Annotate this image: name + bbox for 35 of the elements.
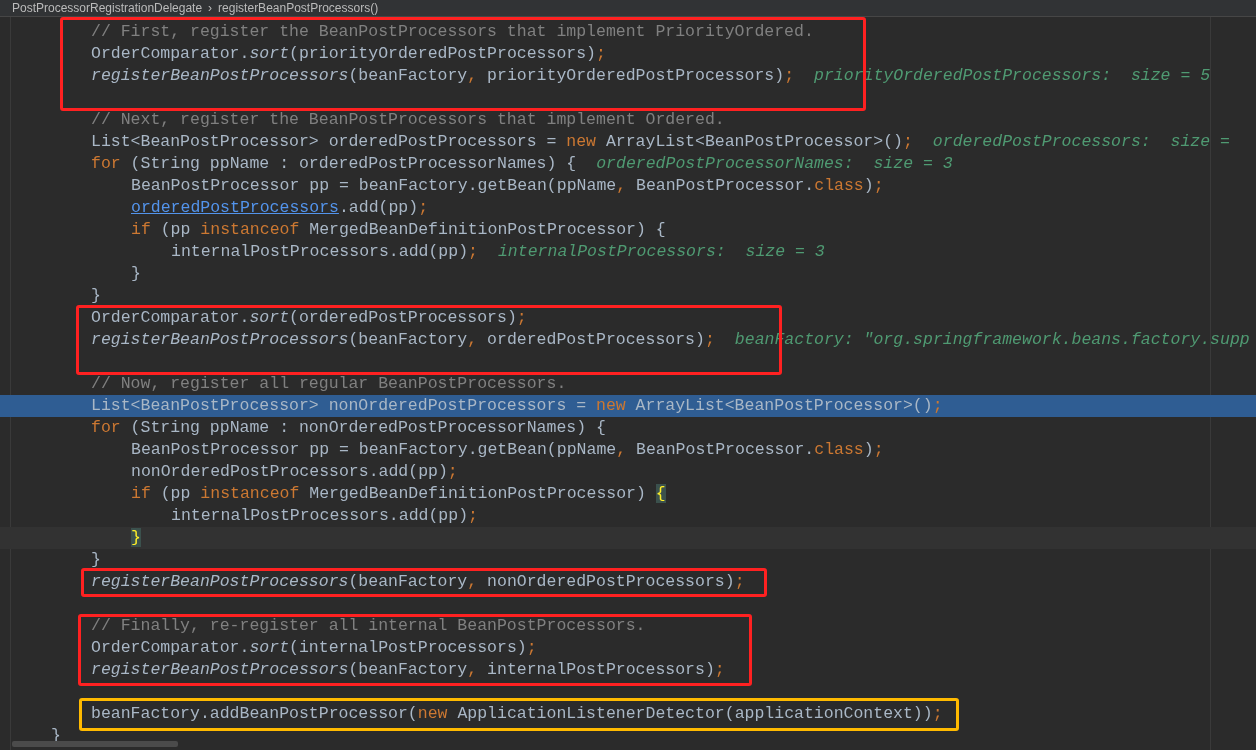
breadcrumb-separator: › [208,1,213,15]
code-line: // First, register the BeanPostProcessors that implement PriorityOrdered. [91,21,814,43]
code-line: internalPostProcessors.add(pp); [171,241,478,263]
code-line: // Now, register all regular BeanPostProcessors. [91,373,567,395]
code-line: OrderComparator.sort(priorityOrderedPostProcessors); [91,43,606,65]
code-line: registerBeanPostProcessors(beanFactory, orderedPostProcessors); [91,329,715,351]
code-line: BeanPostProcessor pp = beanFactory.getBean(ppName, BeanPostProcessor.class); [131,175,884,197]
code-link[interactable]: orderedPostProcessors [131,198,339,217]
code-line: OrderComparator.sort(internalPostProcessors); [91,637,537,659]
code-line: beanFactory.addBeanPostProcessor(new ApplicationListenerDetector(applicationContext)); [91,703,943,725]
code-line: orderedPostProcessors.add(pp); [131,197,429,219]
code-line: } [91,549,101,571]
code-line: registerBeanPostProcessors(beanFactory, internalPostProcessors); [91,659,725,681]
code-line: for (String ppName : orderedPostProcessorNames) { [91,153,577,175]
breadcrumb-item[interactable]: PostProcessorRegistrationDelegate [12,1,203,15]
inline-value-hint: internalPostProcessors: size = 3 [497,241,825,263]
code-line: registerBeanPostProcessors(beanFactory, nonOrderedPostProcessors); [91,571,745,593]
code-line: List<BeanPostProcessor> orderedPostProcessors = new ArrayList<BeanPostProcessor>(); [91,131,913,153]
code-line: if (pp instanceof MergedBeanDefinitionPostProcessor) { [131,483,666,505]
scrollbar-thumb[interactable] [12,741,178,747]
code-line: nonOrderedPostProcessors.add(pp); [131,461,458,483]
code-line: OrderComparator.sort(orderedPostProcessors); [91,307,527,329]
code-line: List<BeanPostProcessor> nonOrderedPostProcessors = new ArrayList<BeanPostProcessor>(); [91,395,943,417]
code-line: for (String ppName : nonOrderedPostProcessorNames) { [91,417,606,439]
code-line: internalPostProcessors.add(pp); [171,505,478,527]
inline-value-hint: orderedPostProcessors: size = [932,131,1230,153]
code-line: // Next, register the BeanPostProcessors that implement Ordered. [91,109,725,131]
breadcrumb-item[interactable]: registerBeanPostProcessors() [218,1,379,15]
code-line: } [131,263,141,285]
code-line: if (pp instanceof MergedBeanDefinitionPostProcessor) { [131,219,666,241]
code-line: registerBeanPostProcessors(beanFactory, priorityOrderedPostProcessors); [91,65,795,87]
inline-value-hint: orderedPostProcessorNames: size = 3 [596,153,953,175]
code-line: } [91,285,101,307]
code-line: BeanPostProcessor pp = beanFactory.getBean(ppName, BeanPostProcessor.class); [131,439,884,461]
code-line: // Finally, re-register all internal BeanPostProcessors. [91,615,646,637]
